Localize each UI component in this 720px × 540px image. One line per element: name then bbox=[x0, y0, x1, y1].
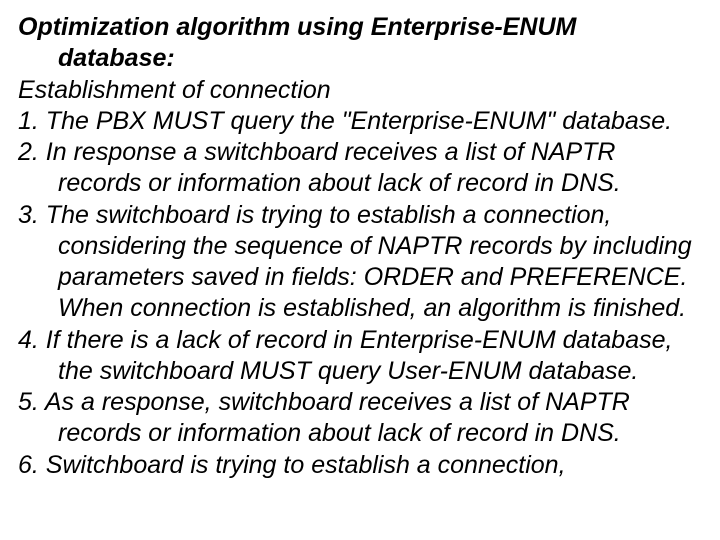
title-line-2: database: bbox=[18, 43, 702, 74]
list-item: 5. As a response, switchboard receives a… bbox=[18, 387, 702, 450]
list-item: 4. If there is a lack of record in Enter… bbox=[18, 325, 702, 388]
title-line-1: Optimization algorithm using Enterprise-… bbox=[18, 12, 702, 43]
document-title: Optimization algorithm using Enterprise-… bbox=[18, 12, 702, 75]
list-item: 3. The switchboard is trying to establis… bbox=[18, 200, 702, 325]
subheading: Establishment of connection bbox=[18, 75, 702, 106]
list-item: 1. The PBX MUST query the "Enterprise-EN… bbox=[18, 106, 702, 137]
list-item: 2. In response a switchboard receives a … bbox=[18, 137, 702, 200]
list-item: 6. Switchboard is trying to establish a … bbox=[18, 450, 702, 481]
document-body: Establishment of connection 1. The PBX M… bbox=[18, 75, 702, 481]
document-page: Optimization algorithm using Enterprise-… bbox=[0, 0, 720, 540]
